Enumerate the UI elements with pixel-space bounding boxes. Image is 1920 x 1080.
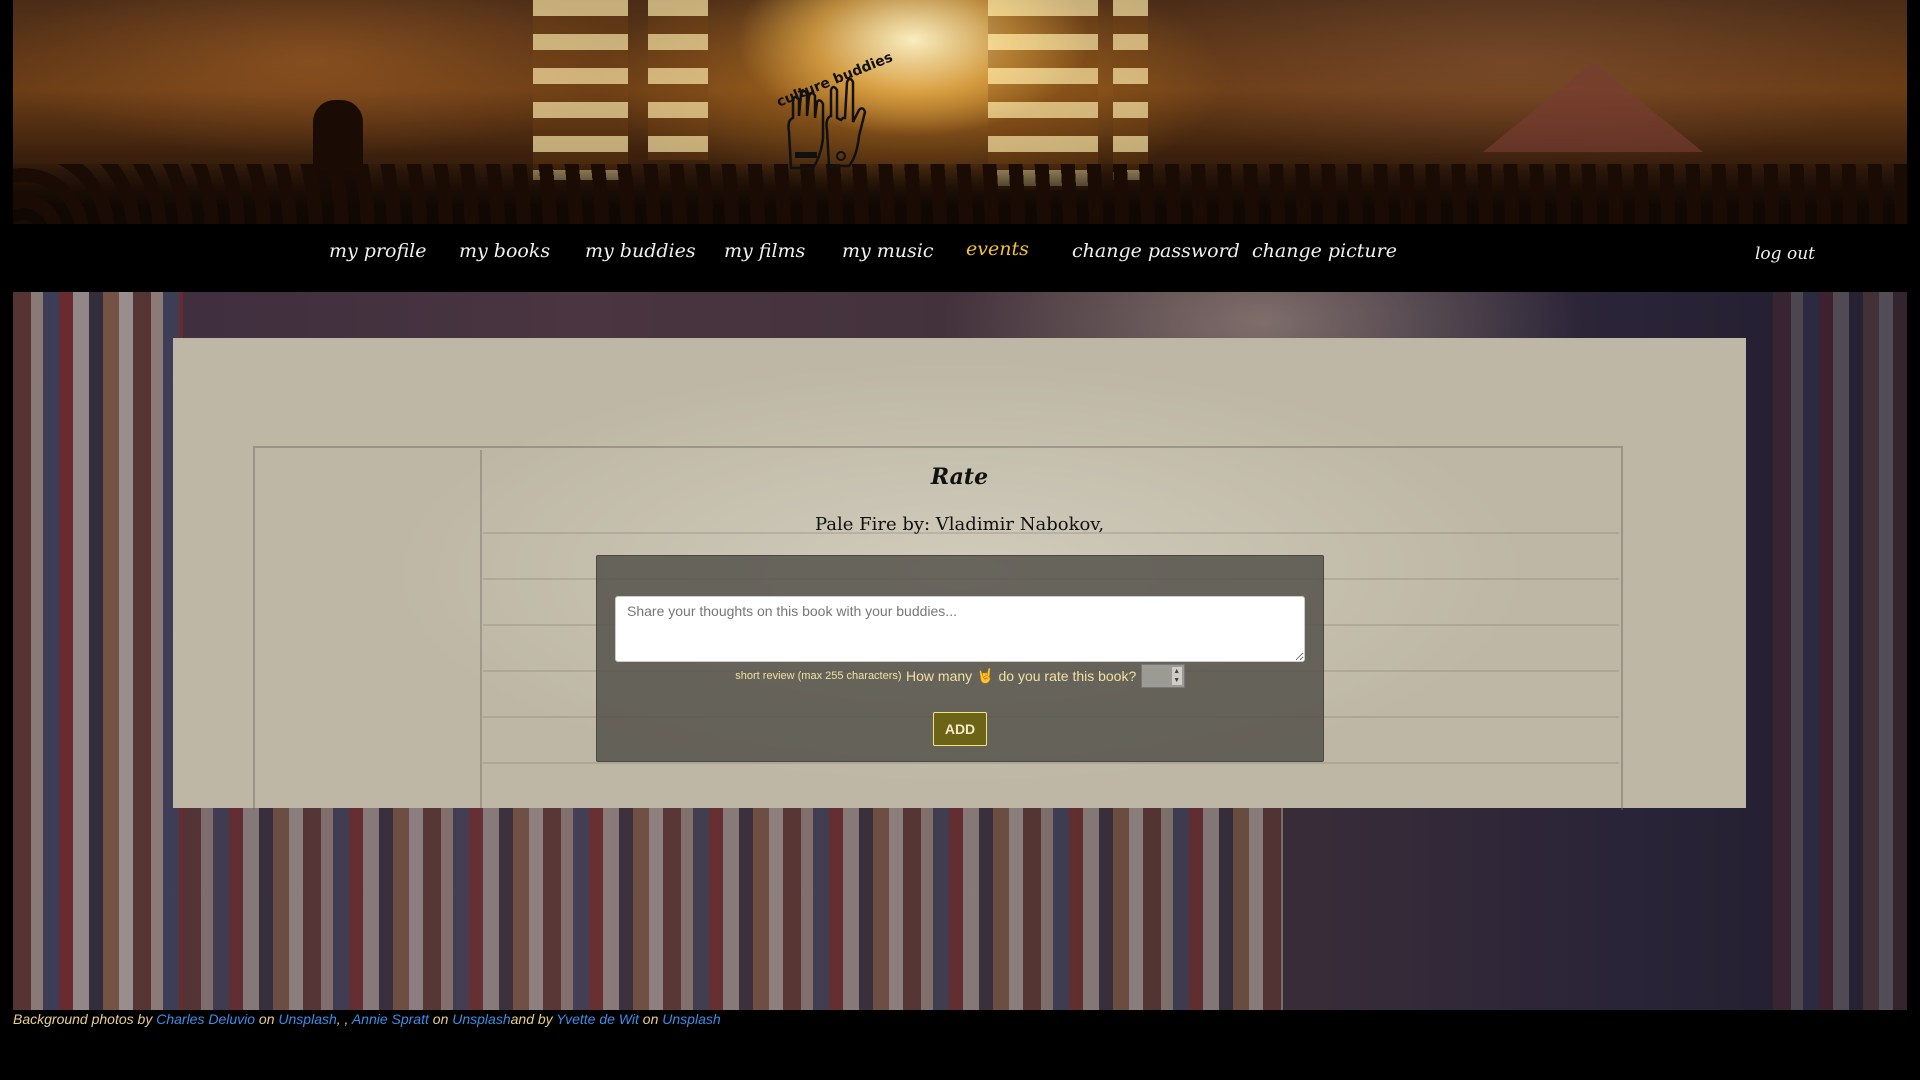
credits-on-3: on [638,1011,663,1027]
review-hint: short review (max 255 characters) [735,670,902,682]
main-navbar: my profile my books my buddies my films … [0,224,1920,292]
rock-on-hand-icon: 🤘 [976,667,995,684]
header-banner-image: culture buddies [13,0,1907,224]
credit-link-charles-deluvio[interactable]: Charles Deluvio [156,1011,255,1027]
nav-my-profile[interactable]: my profile [329,240,426,262]
rating-question-start: How many [906,668,973,684]
nav-my-music[interactable]: my music [842,240,934,262]
logout-link[interactable]: log out [1755,244,1815,264]
credit-link-annie-spratt[interactable]: Annie Spratt [352,1011,429,1027]
credit-link-yvette-de-wit[interactable]: Yvette de Wit [556,1011,639,1027]
credit-link-unsplash-2[interactable]: Unsplash [452,1011,510,1027]
page: culture buddies my profile my books my b… [0,0,1920,1080]
credits-on-2: on [428,1011,453,1027]
nav-my-books[interactable]: my books [459,240,550,262]
credit-link-unsplash-1[interactable]: Unsplash [278,1011,336,1027]
rating-row: short review (max 255 characters) How ma… [597,664,1323,692]
nav-my-buddies[interactable]: my buddies [585,240,696,262]
review-textarea[interactable] [615,596,1305,662]
credit-link-unsplash-3[interactable]: Unsplash [662,1011,720,1027]
credits-on-1: on [255,1011,279,1027]
hands-logo-icon [787,77,867,170]
nav-events[interactable]: events [966,238,1029,260]
rate-book-card: Rate Pale Fire by: Vladimir Nabokov, sho… [173,338,1746,810]
rating-spinner[interactable]: ▲ ▼ [1171,667,1182,685]
rating-question-end: do you rate this book? [998,668,1137,684]
nav-my-films[interactable]: my films [724,240,805,262]
nav-change-password[interactable]: change password [1072,240,1240,262]
book-title-author: Pale Fire by: Vladimir Nabokov, [814,514,1105,535]
rating-number-input[interactable]: ▲ ▼ [1140,664,1185,688]
credits-and-by: and by [510,1011,557,1027]
photo-credits: Background photos by Charles Deluvio on … [13,1011,721,1027]
site-logo[interactable]: culture buddies [773,49,895,170]
credits-separator: , , [336,1011,352,1027]
review-form: short review (max 255 characters) How ma… [596,555,1324,762]
page-title: Rate [930,464,989,490]
credits-prefix: Background photos by [13,1011,157,1027]
add-button[interactable]: ADD [933,712,987,746]
nav-change-picture[interactable]: change picture [1252,240,1397,262]
